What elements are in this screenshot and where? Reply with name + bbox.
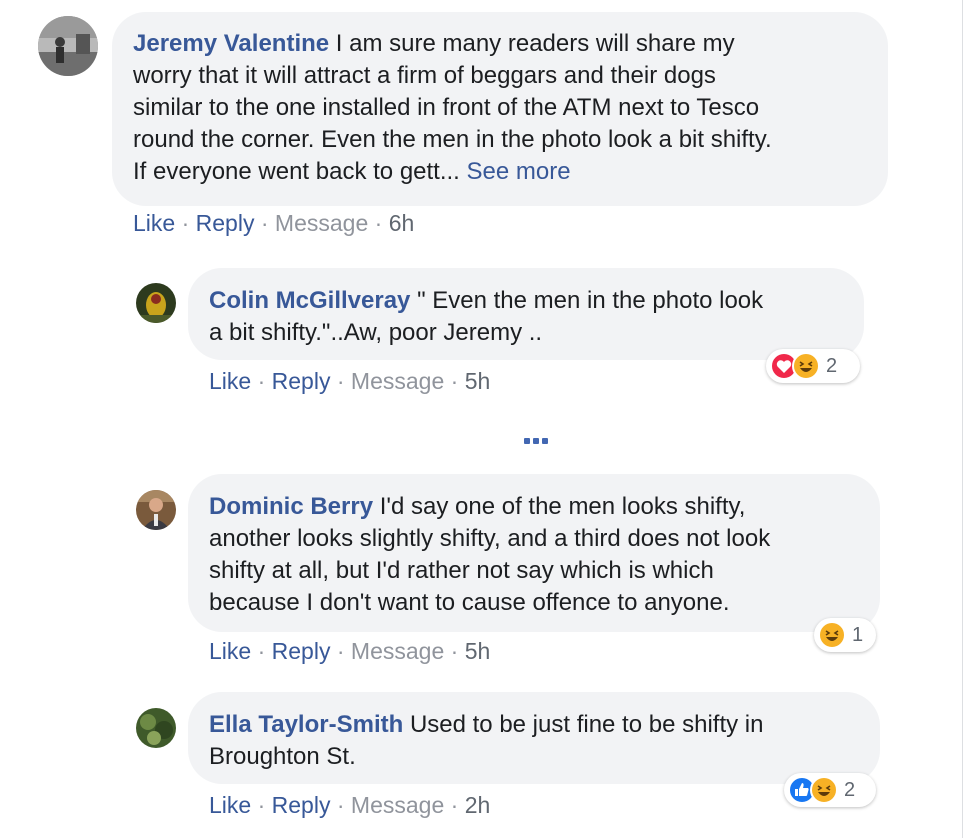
author-name[interactable]: Jeremy Valentine bbox=[133, 30, 329, 57]
separator: · bbox=[260, 210, 269, 236]
comment-line: " Even the men in the photo look bbox=[417, 287, 764, 314]
comment-actions: Like · Reply · Message · 6h bbox=[133, 209, 414, 237]
timestamp[interactable]: 6h bbox=[389, 210, 415, 236]
message-link[interactable]: Message bbox=[351, 368, 444, 394]
avatar-colin[interactable] bbox=[136, 283, 176, 323]
reply-link[interactable]: Reply bbox=[196, 210, 255, 236]
author-name[interactable]: Ella Taylor-Smith bbox=[209, 711, 403, 738]
comment-actions: Like · Reply · Message · 5h bbox=[209, 637, 490, 665]
comments-panel: Jeremy Valentine I am sure many readers … bbox=[0, 0, 963, 838]
separator: · bbox=[450, 792, 459, 818]
comment-line: similar to the one installed in front of… bbox=[133, 94, 760, 121]
more-replies-ellipsis[interactable] bbox=[524, 434, 556, 448]
comment-line: Used to be just fine to be shifty in bbox=[409, 711, 764, 738]
separator: · bbox=[257, 638, 266, 664]
reactions-summary[interactable]: 1 bbox=[814, 618, 876, 652]
reaction-count: 1 bbox=[852, 623, 864, 646]
comment-line: I am sure many readers will share my bbox=[335, 30, 735, 57]
like-link[interactable]: Like bbox=[209, 792, 251, 818]
separator: · bbox=[336, 368, 345, 394]
like-link[interactable]: Like bbox=[209, 368, 251, 394]
comment-line: round the corner. Even the men in the ph… bbox=[133, 126, 772, 153]
comment-bubble-ella: Ella Taylor-Smith Used to be just fine t… bbox=[188, 692, 880, 784]
avatar-jeremy[interactable] bbox=[38, 16, 98, 76]
timestamp[interactable]: 5h bbox=[465, 638, 491, 664]
message-link[interactable]: Message bbox=[351, 792, 444, 818]
reaction-count: 2 bbox=[826, 354, 838, 377]
separator: · bbox=[374, 210, 383, 236]
reactions-summary[interactable]: 2 bbox=[766, 349, 860, 383]
separator: · bbox=[450, 368, 459, 394]
haha-icon bbox=[810, 776, 838, 804]
reaction-count: 2 bbox=[844, 778, 856, 801]
comment-line: because I don't want to cause offence to… bbox=[209, 589, 730, 616]
comment-line: I'd say one of the men looks shifty, bbox=[379, 493, 746, 520]
timestamp[interactable]: 5h bbox=[465, 368, 491, 394]
reply-link[interactable]: Reply bbox=[272, 792, 331, 818]
reply-link[interactable]: Reply bbox=[272, 368, 331, 394]
see-more-link[interactable]: See more bbox=[467, 158, 571, 185]
comment-text: Jeremy Valentine I am sure many readers … bbox=[133, 28, 868, 188]
comment-line: shifty at all, but I'd rather not say wh… bbox=[209, 557, 714, 584]
author-name[interactable]: Dominic Berry bbox=[209, 493, 373, 520]
avatar-dominic[interactable] bbox=[136, 490, 176, 530]
comment-bubble-jeremy: Jeremy Valentine I am sure many readers … bbox=[112, 12, 888, 206]
separator: · bbox=[181, 210, 190, 236]
separator: · bbox=[336, 792, 345, 818]
timestamp[interactable]: 2h bbox=[465, 792, 491, 818]
avatar-ella[interactable] bbox=[136, 708, 176, 748]
separator: · bbox=[450, 638, 459, 664]
comment-bubble-dominic: Dominic Berry I'd say one of the men loo… bbox=[188, 474, 880, 632]
comment-actions: Like · Reply · Message · 5h bbox=[209, 367, 490, 395]
comment-actions: Like · Reply · Message · 2h bbox=[209, 791, 490, 819]
reactions-summary[interactable]: 2 bbox=[784, 773, 876, 807]
separator: · bbox=[257, 792, 266, 818]
comment-line: worry that it will attract a firm of beg… bbox=[133, 62, 716, 89]
message-link[interactable]: Message bbox=[275, 210, 368, 236]
comment-bubble-colin: Colin McGillveray " Even the men in the … bbox=[188, 268, 864, 360]
like-link[interactable]: Like bbox=[133, 210, 175, 236]
like-link[interactable]: Like bbox=[209, 638, 251, 664]
haha-icon bbox=[818, 621, 846, 649]
author-name[interactable]: Colin McGillveray bbox=[209, 287, 410, 314]
comment-line: a bit shifty."..Aw, poor Jeremy .. bbox=[209, 319, 543, 346]
separator: · bbox=[257, 368, 266, 394]
comment-line: another looks slightly shifty, and a thi… bbox=[209, 525, 771, 552]
haha-icon bbox=[792, 352, 820, 380]
comment-line: Broughton St. bbox=[209, 743, 356, 770]
reply-link[interactable]: Reply bbox=[272, 638, 331, 664]
separator: · bbox=[336, 638, 345, 664]
comment-line: If everyone went back to gett... bbox=[133, 158, 460, 185]
message-link[interactable]: Message bbox=[351, 638, 444, 664]
